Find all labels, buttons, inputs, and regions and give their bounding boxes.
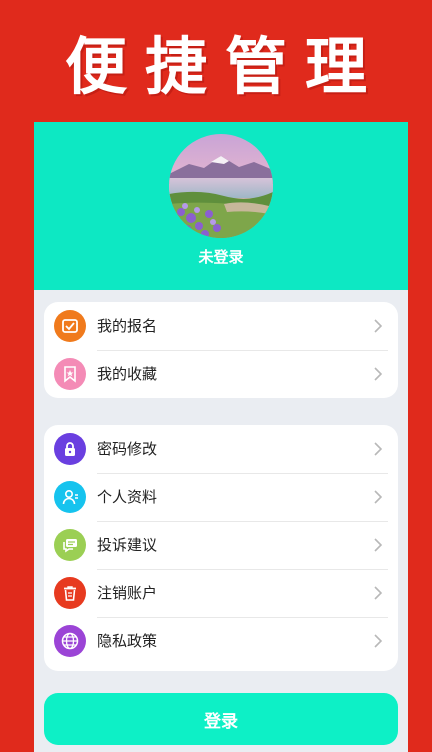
login-button[interactable]: 登录 xyxy=(44,693,398,745)
menu-item-favorites[interactable]: 我的收藏 xyxy=(44,350,398,398)
banner-title: 便捷管理 xyxy=(64,30,385,103)
profile-icon xyxy=(54,481,86,513)
lock-icon xyxy=(54,433,86,465)
chevron-right-icon xyxy=(374,367,383,381)
trash-icon xyxy=(54,577,86,609)
menu-item-label: 注销账户 xyxy=(97,584,158,602)
globe-icon xyxy=(54,625,86,657)
menu-item-label: 我的收藏 xyxy=(97,365,158,383)
menu-item-label: 投诉建议 xyxy=(97,536,158,554)
menu-item-privacy[interactable]: 隐私政策 xyxy=(44,617,398,665)
menu-item-profile[interactable]: 个人资料 xyxy=(44,473,398,521)
menu-item-label: 密码修改 xyxy=(97,440,158,458)
chevron-right-icon xyxy=(374,586,383,600)
chevron-right-icon xyxy=(374,634,383,648)
login-status[interactable]: 未登录 xyxy=(34,246,408,267)
chevron-right-icon xyxy=(374,442,383,456)
profile-header: 未登录 xyxy=(34,122,408,290)
avatar[interactable] xyxy=(169,134,273,238)
menu-card-account: 密码修改 个人资料 投诉建议 注销账户 隐私政策 xyxy=(44,425,398,671)
app-screen: 未登录 我的报名 我的收藏 密码修改 个人资料 投诉建议 注销账户 隐私政策 登… xyxy=(34,122,408,752)
chevron-right-icon xyxy=(374,538,383,552)
menu-card-personal: 我的报名 我的收藏 xyxy=(44,302,398,398)
menu-item-signup[interactable]: 我的报名 xyxy=(44,302,398,350)
landscape-image xyxy=(169,134,273,238)
menu-item-label: 个人资料 xyxy=(97,488,158,506)
menu-item-label: 隐私政策 xyxy=(97,632,158,650)
menu-item-delete-account[interactable]: 注销账户 xyxy=(44,569,398,617)
menu-item-feedback[interactable]: 投诉建议 xyxy=(44,521,398,569)
chevron-right-icon xyxy=(374,490,383,504)
menu-item-password[interactable]: 密码修改 xyxy=(44,425,398,473)
chevron-right-icon xyxy=(374,319,383,333)
signup-icon xyxy=(54,310,86,342)
menu-item-label: 我的报名 xyxy=(97,317,158,335)
feedback-icon xyxy=(54,529,86,561)
favorite-icon xyxy=(54,358,86,390)
banner: 便捷管理 xyxy=(0,0,432,122)
